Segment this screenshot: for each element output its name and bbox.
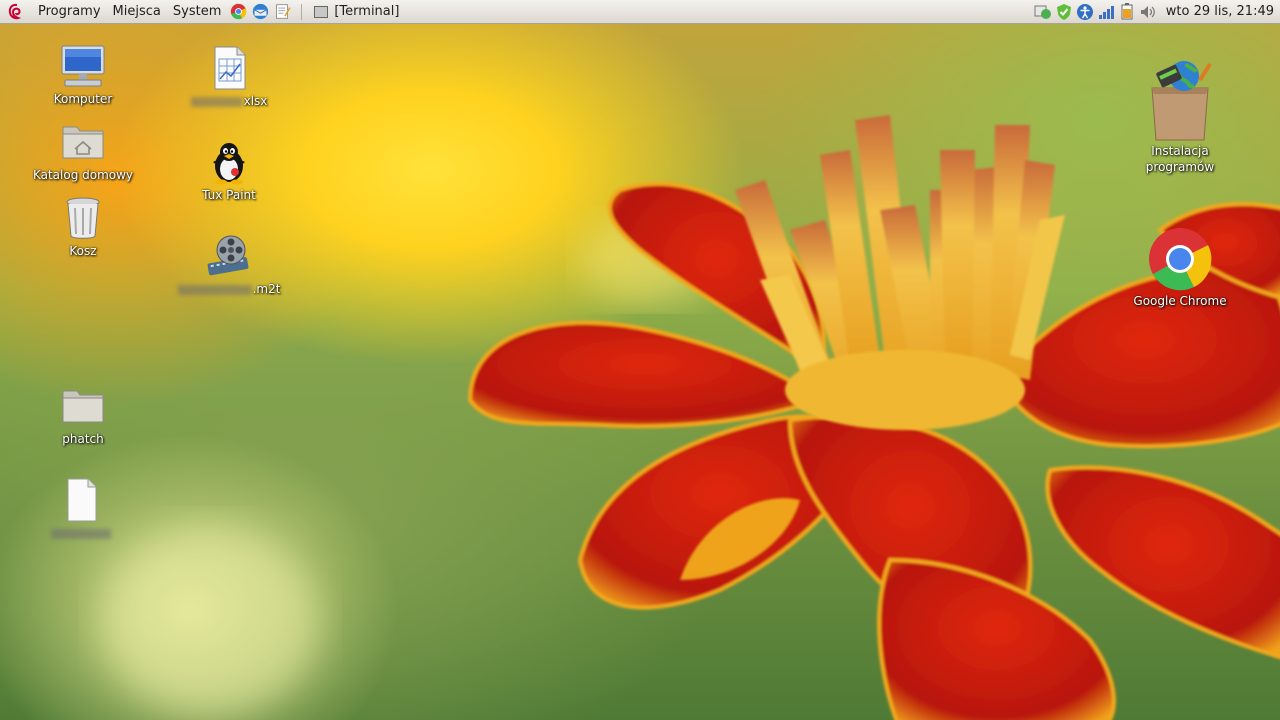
computer-icon <box>59 42 107 90</box>
volume-icon[interactable] <box>1139 3 1157 21</box>
home-folder-icon <box>59 118 107 166</box>
desktop-icon-label: xlsx <box>190 93 267 109</box>
panel-clock[interactable]: wto 29 lis, 21:49 <box>1166 4 1274 19</box>
desktop-icon-phatch-folder[interactable]: phatch <box>28 382 138 447</box>
desktop-icon-tux-paint[interactable]: Tux Paint <box>174 138 284 203</box>
top-panel: Programy Miejsca System [Terminal] wto 2… <box>0 0 1280 24</box>
desktop-icon-google-chrome[interactable]: Google Chrome <box>1125 226 1235 309</box>
trash-icon <box>59 194 107 242</box>
desktop-icon-label: Google Chrome <box>1133 294 1227 308</box>
blurred-filename <box>50 528 111 539</box>
panel-separator <box>301 3 303 20</box>
tux-penguin-icon <box>205 138 253 186</box>
terminal-window-icon <box>314 5 329 18</box>
film-reel-icon <box>205 232 253 280</box>
accessibility-icon[interactable] <box>1076 3 1094 21</box>
battery-icon[interactable] <box>1118 3 1136 21</box>
thunderbird-icon[interactable] <box>251 3 269 21</box>
text-editor-icon[interactable] <box>273 3 291 21</box>
programs-menu[interactable]: Programy <box>32 0 107 24</box>
security-check-icon[interactable] <box>1055 3 1073 21</box>
blurred-filename <box>190 96 243 107</box>
desktop-icon-software-installer[interactable]: Instalacja programów <box>1125 58 1235 175</box>
debian-logo-icon[interactable] <box>8 3 26 21</box>
desktop-icon-home-folder[interactable]: Katalog domowy <box>28 118 138 183</box>
desktop-icon-computer[interactable]: Komputer <box>28 42 138 107</box>
desktop-icon-label: Katalog domowy <box>32 168 134 182</box>
desktop-icon-label: Instalacja programów <box>1145 144 1215 174</box>
desktop-icon-label: phatch <box>62 432 104 446</box>
desktop-icon-label: .m2t <box>177 281 280 297</box>
desktop-icon-label: Kosz <box>69 244 97 258</box>
places-menu[interactable]: Miejsca <box>107 0 167 24</box>
blank-document-icon <box>57 476 105 524</box>
desktop-icon-label <box>50 525 112 541</box>
network-signal-icon[interactable] <box>1097 3 1115 21</box>
desktop-icon-label: Komputer <box>53 92 113 106</box>
spreadsheet-file-icon <box>205 44 253 92</box>
update-notifier-icon[interactable] <box>1034 3 1052 21</box>
taskbar-terminal-button[interactable]: [Terminal] <box>308 1 405 23</box>
blurred-filename <box>177 284 252 295</box>
chrome-icon[interactable] <box>229 3 247 21</box>
desktop-icon-video-file[interactable]: .m2t <box>174 232 284 297</box>
system-menu[interactable]: System <box>167 0 227 24</box>
desktop-icon-blank-file[interactable] <box>26 476 136 541</box>
desktop-icon-trash[interactable]: Kosz <box>28 194 138 259</box>
google-chrome-icon <box>1147 226 1213 292</box>
desktop-icon-label: Tux Paint <box>202 188 256 202</box>
software-installer-icon <box>1144 58 1216 142</box>
system-tray: wto 29 lis, 21:49 <box>1034 3 1280 21</box>
desktop-icon-spreadsheet[interactable]: xlsx <box>174 44 284 109</box>
folder-icon <box>59 382 107 430</box>
taskbar-terminal-label: [Terminal] <box>334 4 400 19</box>
